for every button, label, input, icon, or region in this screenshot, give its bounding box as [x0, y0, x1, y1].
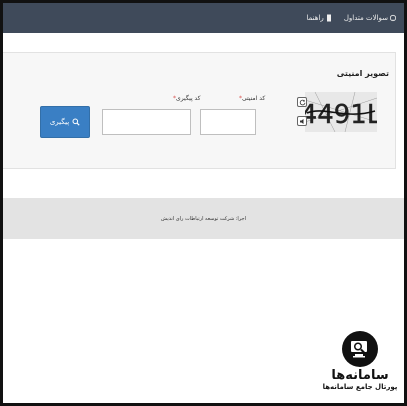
- tracking-code-input[interactable]: [102, 109, 191, 135]
- tracking-code-label: کد پیگیری*: [173, 95, 201, 102]
- book-icon: [326, 14, 331, 22]
- brand-subtitle: پورتال جامع سامانه‌ها: [322, 383, 398, 392]
- form-title: تصویر امنیتی: [336, 69, 389, 78]
- nav-faq-label: سوالات متداول: [343, 14, 388, 22]
- search-icon: [72, 118, 80, 126]
- tracking-form-card: تصویر امنیتی 4491L کد امنیتی* کد پیگیری*…: [3, 52, 396, 169]
- top-nav-bar: سوالات متداول راهنما: [3, 3, 404, 33]
- security-code-input[interactable]: [200, 109, 256, 135]
- tracking-code-label-text: کد پیگیری: [176, 95, 201, 102]
- audio-icon: [299, 118, 303, 124]
- captcha-image: 4491L: [305, 92, 377, 132]
- footer-bar: اجرا: شرکت توسعه ارتباطات رای اندیش: [3, 198, 404, 239]
- search-button-label: پیگیری: [49, 118, 70, 126]
- captcha-audio-button[interactable]: [297, 116, 307, 126]
- security-code-label: کد امنیتی*: [239, 95, 265, 102]
- security-code-label-text: کد امنیتی: [242, 95, 266, 102]
- magnifier-monitor-logo: [342, 331, 378, 367]
- nav-help-label: راهنما: [306, 14, 324, 22]
- brand-watermark: سامانه‌ها پورتال جامع سامانه‌ها: [318, 330, 402, 400]
- question-icon: [390, 14, 396, 22]
- refresh-icon: [299, 99, 305, 105]
- captcha-text: 4491L: [305, 100, 377, 130]
- nav-faq-link[interactable]: سوالات متداول: [344, 14, 396, 22]
- brand-title: سامانه‌ها: [331, 368, 389, 383]
- captcha-refresh-button[interactable]: [297, 97, 307, 107]
- nav-help-link[interactable]: راهنما: [307, 14, 332, 22]
- footer-credit: اجرا: شرکت توسعه ارتباطات رای اندیش: [160, 215, 247, 222]
- search-button[interactable]: پیگیری: [40, 106, 90, 138]
